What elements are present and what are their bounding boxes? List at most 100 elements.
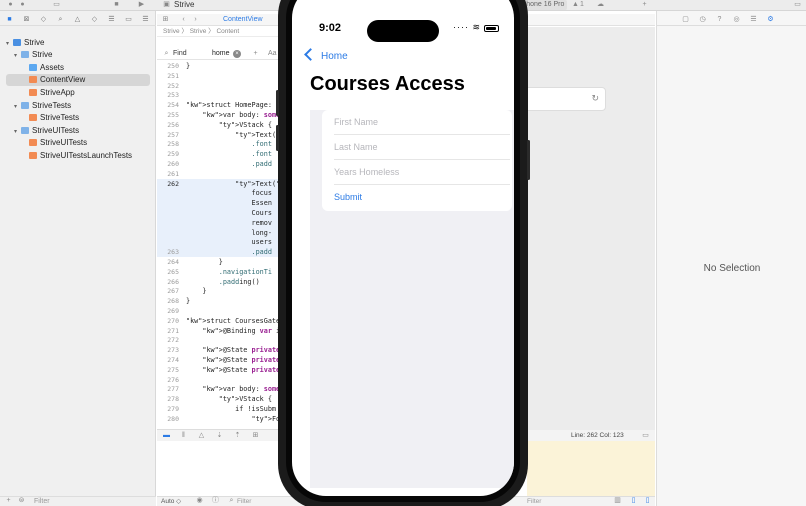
stop-icon[interactable]: ■ [112, 1, 121, 9]
years-homeless-field[interactable]: Years Homeless [334, 160, 510, 185]
tree-item-striveuitests-folder[interactable]: ▾ StriveUITests [14, 125, 79, 137]
split-left-icon[interactable]: ▯ [629, 497, 638, 505]
line-number[interactable]: 277 [161, 385, 179, 393]
line-number[interactable]: 250 [161, 62, 179, 70]
split-right-icon[interactable]: ▯ [643, 497, 652, 505]
bookmark-icon[interactable]: ◇ [39, 15, 48, 24]
find-input[interactable]: home [212, 48, 230, 60]
code-line[interactable]: "ty">VStack { [186, 121, 272, 129]
line-number[interactable]: 259 [161, 150, 179, 158]
reload-icon[interactable]: ↻ [591, 93, 599, 104]
filter-options-icon[interactable]: ⊜ [17, 497, 26, 505]
line-number[interactable]: 278 [161, 395, 179, 403]
code-line[interactable]: if !isSubm [186, 405, 276, 413]
issue-navigator-icon[interactable]: △ [73, 15, 82, 24]
code-line[interactable]: } [186, 287, 206, 295]
line-number[interactable]: 251 [161, 72, 179, 80]
line-number[interactable]: 256 [161, 121, 179, 129]
identity-icon[interactable]: ☰ [749, 15, 758, 24]
back-button[interactable]: Home [304, 48, 348, 64]
tree-item-strive-folder[interactable]: ▾ Strive [14, 49, 52, 61]
line-number[interactable]: 262 [161, 180, 179, 188]
source-control-icon[interactable]: ⊠ [22, 15, 31, 24]
grid-icon[interactable]: ⊞ [161, 16, 170, 24]
code-line[interactable]: Essen [186, 199, 271, 207]
line-number[interactable]: 265 [161, 268, 179, 276]
tree-item-striveuitests-file[interactable]: StriveUITests [22, 137, 87, 149]
report-navigator-icon[interactable]: ☰ [141, 15, 150, 24]
line-number[interactable]: 270 [161, 317, 179, 325]
add-tab-icon[interactable]: + [640, 1, 649, 9]
panel-toggle-icon[interactable]: ▭ [641, 432, 650, 440]
code-line[interactable]: focus [186, 189, 271, 197]
line-number[interactable]: 276 [161, 376, 179, 384]
code-line[interactable]: .padd [186, 160, 271, 168]
first-name-field[interactable]: First Name [334, 110, 510, 135]
code-line[interactable]: users [186, 238, 271, 246]
line-number[interactable]: 264 [161, 258, 179, 266]
sidebar-toggle-icon[interactable]: ▭ [52, 1, 61, 9]
line-number[interactable]: 254 [161, 101, 179, 109]
pause-icon[interactable]: ‖ [179, 432, 188, 440]
line-number[interactable]: 260 [161, 160, 179, 168]
code-line[interactable]: .padd [186, 248, 271, 256]
disclosure-open-icon[interactable]: ▾ [6, 38, 13, 50]
back-arrow-icon[interactable]: ‹ [179, 16, 188, 24]
line-number[interactable]: 272 [161, 336, 179, 344]
breakpoint-navigator-icon[interactable]: ▭ [124, 15, 133, 24]
line-number[interactable]: 266 [161, 278, 179, 286]
step-out-icon[interactable]: ⇡ [233, 432, 242, 440]
code-line[interactable]: .navigationTi [186, 268, 272, 276]
line-number[interactable]: 253 [161, 91, 179, 99]
disclosure-open-icon[interactable]: ▾ [14, 126, 21, 138]
line-number[interactable]: 269 [161, 307, 179, 315]
match-case-toggle[interactable]: Aa [268, 48, 277, 60]
find-navigator-icon[interactable]: ⌕ [56, 15, 65, 24]
tree-item-strivetests-folder[interactable]: ▾ StriveTests [14, 100, 71, 112]
view-hierarchy-icon[interactable]: ⊞ [251, 432, 260, 440]
forward-arrow-icon[interactable]: › [191, 16, 200, 24]
tree-item-launchtests-file[interactable]: StriveUITestsLaunchTests [22, 150, 132, 162]
line-number[interactable]: 258 [161, 140, 179, 148]
variables-mode-selector[interactable]: Auto ◇ [161, 497, 181, 506]
line-number[interactable]: 280 [161, 415, 179, 423]
project-title[interactable]: Strive [174, 0, 194, 10]
eye-icon[interactable]: ◉ [195, 497, 204, 505]
tree-item-striveapp[interactable]: StriveApp [22, 87, 75, 99]
preview-address-box[interactable]: ↻ [520, 87, 606, 111]
code-line[interactable]: .font [186, 150, 271, 158]
line-number[interactable]: 271 [161, 327, 179, 335]
close-window-icon[interactable]: ● [6, 1, 15, 9]
variables-filter-input[interactable]: Filter [237, 497, 251, 506]
line-number[interactable]: 255 [161, 111, 179, 119]
debug-navigator-icon[interactable]: ☰ [107, 15, 116, 24]
tree-item-strivetests-file[interactable]: StriveTests [22, 112, 79, 124]
code-line[interactable]: long- [186, 229, 271, 237]
code-line[interactable]: } [186, 297, 190, 305]
line-number[interactable]: 275 [161, 366, 179, 374]
clear-search-icon[interactable]: × [233, 50, 241, 58]
history-icon[interactable]: ◷ [698, 15, 707, 24]
quick-help-icon[interactable]: ? [715, 15, 724, 24]
code-line[interactable]: remov [186, 219, 271, 227]
file-inspector-icon[interactable]: ▢ [681, 15, 690, 24]
tree-item-strive-project[interactable]: ▾ Strive [6, 37, 44, 49]
run-icon[interactable]: ▶ [137, 1, 146, 9]
disclosure-open-icon[interactable]: ▾ [14, 101, 21, 113]
code-line[interactable]: .padding() [186, 278, 260, 286]
line-number[interactable]: 252 [161, 82, 179, 90]
code-line[interactable]: .font [186, 140, 271, 148]
line-number[interactable]: 257 [161, 131, 179, 139]
line-number[interactable]: 263 [161, 248, 179, 256]
line-number[interactable]: 273 [161, 346, 179, 354]
step-over-icon[interactable]: △ [197, 432, 206, 440]
folder-navigator-icon[interactable]: ■ [5, 15, 14, 24]
step-into-icon[interactable]: ⇣ [215, 432, 224, 440]
test-navigator-icon[interactable]: ◇ [90, 15, 99, 24]
code-line[interactable]: "ty">Text("Wel [186, 180, 292, 188]
tree-item-assets[interactable]: Assets [22, 62, 64, 74]
console-filter-input[interactable]: Filter [527, 497, 541, 506]
disclosure-open-icon[interactable]: ▾ [14, 50, 21, 62]
inspector-toggle-icon[interactable]: ▭ [793, 1, 802, 9]
minimize-window-icon[interactable]: ● [18, 1, 27, 9]
